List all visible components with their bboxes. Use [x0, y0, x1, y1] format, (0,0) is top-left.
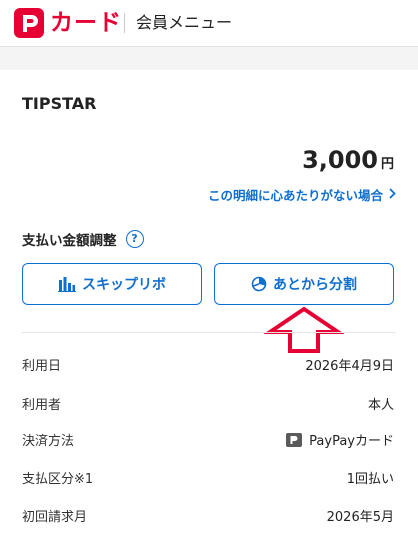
row-value: 2026年4月9日 — [305, 359, 394, 374]
header-title[interactable]: 会員メニュー — [136, 12, 232, 34]
row-label: 支払区分※1 — [22, 472, 94, 487]
row-label: 利用者 — [22, 398, 62, 413]
merchant-name: TIPSTAR — [22, 94, 97, 113]
detail-row-user: 利用者 本人 — [22, 394, 394, 414]
amount-unit: 円 — [380, 157, 394, 172]
payment-method-label: PayPayカード — [309, 434, 394, 449]
row-value: 本人 — [367, 398, 394, 413]
amount: 3,000 円 — [302, 146, 394, 174]
row-value: PayPayカード — [286, 430, 394, 449]
detail-row-payment-method: 決済方法 PayPayカード — [22, 430, 394, 450]
row-value: 1回払い — [346, 472, 394, 487]
inquiry-link-label: この明細に心あたりがない場合 — [207, 188, 383, 203]
pie-chart-icon — [251, 276, 267, 292]
bar-chart-icon — [58, 276, 76, 292]
chevron-right-icon — [389, 187, 396, 202]
inquiry-link[interactable]: この明細に心あたりがない場合 — [208, 185, 396, 204]
row-value: 2026年5月 — [326, 510, 394, 525]
detail-row-usage-date: 利用日 2026年4月9日 — [22, 355, 394, 375]
logo-text[interactable]: カード — [50, 6, 122, 40]
amount-value: 3,000 — [302, 146, 378, 174]
detail-row-first-billing: 初回請求月 2026年5月 — [22, 506, 394, 526]
help-icon[interactable]: ? — [125, 230, 144, 248]
paypay-card-icon — [286, 432, 303, 447]
skip-revolving-label: スキップリボ — [82, 277, 166, 293]
skip-revolving-button[interactable]: スキップリボ — [22, 263, 202, 305]
app-header: カード 会員メニュー — [0, 0, 418, 47]
section-divider — [22, 332, 396, 333]
statement-detail-card: TIPSTAR 3,000 円 この明細に心あたりがない場合 支払い金額調整 ?… — [0, 70, 418, 540]
row-label: 決済方法 — [22, 434, 75, 449]
detail-row-payment-type: 支払区分※1 1回払い — [22, 468, 394, 488]
payment-adjust-label: 支払い金額調整 — [22, 233, 117, 249]
split-later-label: あとから分割 — [273, 277, 357, 293]
paypay-logo-icon[interactable] — [14, 8, 44, 38]
row-label: 初回請求月 — [22, 510, 88, 525]
payment-adjust-heading: 支払い金額調整 ? — [22, 229, 144, 249]
split-later-button[interactable]: あとから分割 — [214, 263, 394, 305]
header-divider — [124, 13, 125, 33]
row-label: 利用日 — [22, 359, 62, 374]
